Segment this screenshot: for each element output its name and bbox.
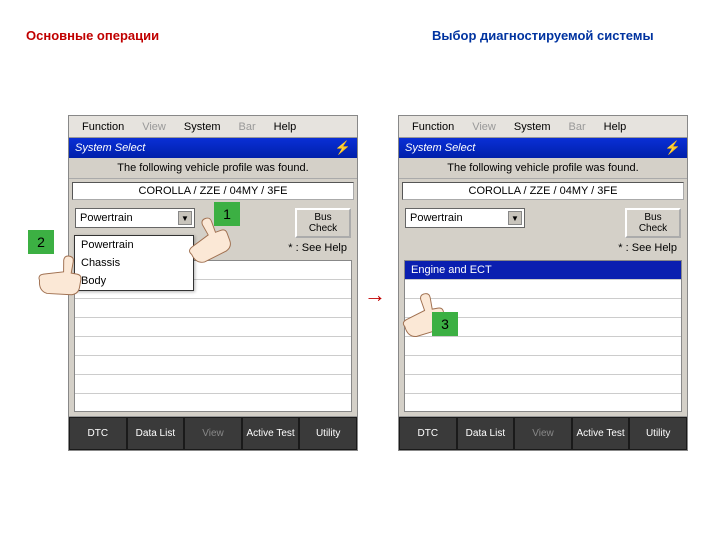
- titlebar: System Select ⚡: [399, 138, 687, 158]
- view-button: View: [514, 417, 572, 450]
- power-icon: ⚡: [335, 140, 351, 156]
- dtc-button[interactable]: DTC: [399, 417, 457, 450]
- step-marker-1: 1: [214, 202, 240, 226]
- menu-bar: Bar: [560, 121, 595, 133]
- data-list-button[interactable]: Data List: [127, 417, 185, 450]
- arrow-icon: →: [364, 282, 386, 308]
- see-help-note: * : See Help: [399, 240, 687, 258]
- menu-system[interactable]: System: [505, 121, 560, 133]
- dropdown-selected-value: Powertrain: [410, 212, 463, 224]
- list-row[interactable]: [75, 318, 351, 337]
- list-row[interactable]: [75, 337, 351, 356]
- list-row[interactable]: [75, 375, 351, 394]
- list-row[interactable]: [405, 337, 681, 356]
- dropdown-option[interactable]: Powertrain: [75, 236, 193, 254]
- info-message: The following vehicle profile was found.: [69, 158, 357, 179]
- utility-button[interactable]: Utility: [299, 417, 357, 450]
- dropdown-selected-value: Powertrain: [80, 212, 133, 224]
- menu-view: View: [463, 121, 505, 133]
- device-right: Function View System Bar Help System Sel…: [398, 115, 688, 451]
- menu-function[interactable]: Function: [73, 121, 133, 133]
- menu-system[interactable]: System: [175, 121, 230, 133]
- bottom-toolbar: DTC Data List View Active Test Utility: [399, 416, 687, 450]
- list-row[interactable]: [75, 356, 351, 375]
- power-icon: ⚡: [665, 140, 681, 156]
- bus-check-button[interactable]: Bus Check: [295, 208, 351, 238]
- list-row[interactable]: [405, 356, 681, 375]
- menubar: Function View System Bar Help: [69, 116, 357, 138]
- list-row[interactable]: [75, 299, 351, 318]
- bus-check-button[interactable]: Bus Check: [625, 208, 681, 238]
- menu-function[interactable]: Function: [403, 121, 463, 133]
- active-test-button[interactable]: Active Test: [572, 417, 630, 450]
- data-list-button[interactable]: Data List: [457, 417, 515, 450]
- titlebar-text: System Select: [75, 142, 145, 154]
- chevron-down-icon[interactable]: ▼: [508, 211, 522, 225]
- system-list: Engine and ECT: [404, 260, 682, 412]
- bottom-toolbar: DTC Data List View Active Test Utility: [69, 416, 357, 450]
- menubar: Function View System Bar Help: [399, 116, 687, 138]
- menu-help[interactable]: Help: [595, 121, 636, 133]
- heading-system-select: Выбор диагностируемой системы: [432, 28, 654, 43]
- titlebar-text: System Select: [405, 142, 475, 154]
- active-test-button[interactable]: Active Test: [242, 417, 300, 450]
- list-row-selected[interactable]: Engine and ECT: [405, 261, 681, 280]
- list-row[interactable]: [405, 375, 681, 394]
- pointing-hand-icon: [32, 245, 98, 304]
- menu-view: View: [133, 121, 175, 133]
- titlebar: System Select ⚡: [69, 138, 357, 158]
- step-marker-2: 2: [28, 230, 54, 254]
- info-message: The following vehicle profile was found.: [399, 158, 687, 179]
- heading-basic-operations: Основные операции: [26, 28, 159, 43]
- dtc-button[interactable]: DTC: [69, 417, 127, 450]
- step-marker-3: 3: [432, 312, 458, 336]
- system-category-dropdown[interactable]: Powertrain ▼: [405, 208, 525, 228]
- view-button: View: [184, 417, 242, 450]
- utility-button[interactable]: Utility: [629, 417, 687, 450]
- vehicle-profile: COROLLA / ZZE / 04MY / 3FE: [72, 182, 354, 200]
- menu-bar: Bar: [230, 121, 265, 133]
- vehicle-profile: COROLLA / ZZE / 04MY / 3FE: [402, 182, 684, 200]
- menu-help[interactable]: Help: [265, 121, 306, 133]
